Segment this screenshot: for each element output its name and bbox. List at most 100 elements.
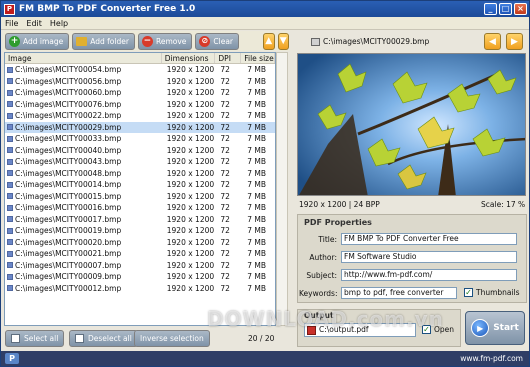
table-row[interactable]: C:\images\MCITY00029.bmp 1920 x 1200 72 7 M…: [5, 121, 275, 133]
cell-dpi: 72: [220, 65, 230, 74]
add-folder-button[interactable]: Add folder: [72, 32, 135, 50]
cell-size: 7 MB: [247, 191, 266, 201]
close-button[interactable]: ×: [514, 3, 527, 15]
cell-size: 7 MB: [247, 180, 266, 189]
cell-dpi: 72: [220, 111, 230, 120]
cell-image: C:\images\MCITY00056.bmp: [5, 76, 162, 88]
cell-size: 7 MB: [247, 111, 266, 120]
website-link[interactable]: www.fm-pdf.com: [460, 354, 523, 363]
cell-image-path: C:\images\MCITY00015.bmp: [15, 191, 122, 201]
table-row[interactable]: C:\images\MCITY00054.bmp 1920 x 1200 72 7 M…: [5, 64, 275, 76]
current-file-path: C:\images\MCITY00029.bmp: [323, 37, 430, 46]
cell-image-path: C:\images\MCITY00012.bmp: [15, 283, 122, 293]
table-row[interactable]: C:\images\MCITY00020.bmp 1920 x 1200 72 7 M…: [5, 237, 275, 249]
author-field[interactable]: FM Software Studio: [341, 251, 517, 263]
inverse-selection-button[interactable]: Inverse selection: [134, 330, 210, 347]
menu-bar: File Edit Help: [1, 17, 529, 30]
table-row[interactable]: C:\images\MCITY00015.bmp 1920 x 1200 72 7 M…: [5, 191, 275, 203]
table-row[interactable]: C:\images\MCITY00060.bmp 1920 x 1200 72 7 M…: [5, 87, 275, 99]
table-row[interactable]: C:\images\MCITY00076.bmp 1920 x 1200 72 7 M…: [5, 99, 275, 111]
column-header-dpi[interactable]: DPI: [215, 53, 242, 63]
cell-image: C:\images\MCITY00007.bmp: [5, 260, 162, 272]
table-row[interactable]: C:\images\MCITY00021.bmp 1920 x 1200 72 7 M…: [5, 248, 275, 260]
next-image-button[interactable]: ▶: [506, 33, 523, 50]
minimize-button[interactable]: _: [484, 3, 497, 15]
table-row[interactable]: C:\images\MCITY00007.bmp 1920 x 1200 72 7 M…: [5, 260, 275, 272]
add-image-label: Add image: [23, 36, 64, 46]
column-header-dimensions[interactable]: Dimensions: [162, 53, 216, 63]
column-header-size[interactable]: File size: [241, 53, 275, 63]
menu-file[interactable]: File: [1, 19, 22, 28]
cell-size: 7 MB: [247, 65, 266, 74]
subject-field[interactable]: http://www.fm-pdf.com/: [341, 269, 517, 281]
file-toolbar: + Add image Add folder − Remove ⊘ Clear …: [3, 31, 289, 51]
image-file-icon: [7, 250, 13, 257]
deselect-all-button[interactable]: Deselect all: [69, 330, 138, 347]
start-button[interactable]: ▶ Start: [465, 311, 525, 345]
table-row[interactable]: C:\images\MCITY00056.bmp 1920 x 1200 72 7 M…: [5, 76, 275, 88]
cell-image: C:\images\MCITY00054.bmp: [5, 64, 162, 76]
cell-dimensions: 1920 x 1200: [166, 145, 215, 155]
cell-image-path: C:\images\MCITY00009.bmp: [15, 272, 122, 281]
image-file-icon: [7, 181, 13, 188]
maximize-button[interactable]: □: [499, 3, 512, 15]
thumbnails-option[interactable]: ✓ Thumbnails: [464, 288, 520, 297]
clear-button[interactable]: ⊘ Clear: [195, 32, 240, 50]
thumbnails-checkbox[interactable]: ✓: [464, 288, 473, 297]
select-all-button[interactable]: Select all: [5, 330, 65, 347]
table-body: C:\images\MCITY00054.bmp 1920 x 1200 72 7 M…: [5, 64, 275, 294]
table-row[interactable]: C:\images\MCITY00048.bmp 1920 x 1200 72 7 M…: [5, 168, 275, 180]
image-file-icon: [7, 285, 13, 292]
cell-image: C:\images\MCITY00020.bmp: [5, 237, 162, 249]
image-file-icon: [7, 158, 13, 165]
previous-image-button[interactable]: ◀: [484, 33, 501, 50]
table-row[interactable]: C:\images\MCITY00009.bmp 1920 x 1200 72 7 M…: [5, 271, 275, 283]
cell-dpi: 72: [220, 203, 230, 212]
image-file-icon: [7, 204, 13, 211]
cell-dimensions: 1920 x 1200: [166, 237, 215, 247]
image-preview: [297, 53, 526, 196]
table-row[interactable]: C:\images\MCITY00014.bmp 1920 x 1200 72 7 M…: [5, 179, 275, 191]
cell-image-path: C:\images\MCITY00021.bmp: [15, 249, 122, 258]
menu-edit[interactable]: Edit: [22, 19, 46, 28]
add-image-button[interactable]: + Add image: [5, 32, 70, 50]
cell-dimensions: 1920 x 1200: [166, 191, 215, 201]
preview-image: [298, 54, 525, 195]
table-row[interactable]: C:\images\MCITY00017.bmp 1920 x 1200 72 7 M…: [5, 214, 275, 226]
image-file-icon: [7, 227, 13, 234]
table-row[interactable]: C:\images\MCITY00043.bmp 1920 x 1200 72 7 M…: [5, 156, 275, 168]
plus-icon: +: [9, 35, 20, 47]
table-row[interactable]: C:\images\MCITY00022.bmp 1920 x 1200 72 7 M…: [5, 110, 275, 122]
table-row[interactable]: C:\images\MCITY00012.bmp 1920 x 1200 72 7 M…: [5, 283, 275, 295]
cell-size: 7 MB: [247, 237, 266, 247]
image-file-icon: [7, 101, 13, 108]
cell-dpi: 72: [220, 76, 230, 86]
table-row[interactable]: C:\images\MCITY00040.bmp 1920 x 1200 72 7 M…: [5, 145, 275, 157]
cell-dpi: 72: [220, 180, 230, 189]
no-entry-icon: ⊘: [199, 35, 211, 47]
move-up-button[interactable]: ▲: [263, 32, 275, 50]
cell-dimensions: 1920 x 1200: [166, 88, 215, 97]
arrow-left-icon: ◀: [489, 36, 496, 47]
keywords-label: Keywords:: [299, 289, 338, 298]
cell-image-path: C:\images\MCITY00014.bmp: [15, 180, 122, 189]
table-row[interactable]: C:\images\MCITY00019.bmp 1920 x 1200 72 7 M…: [5, 225, 275, 237]
title-field[interactable]: FM BMP To PDF Converter Free: [341, 233, 517, 245]
table-row[interactable]: C:\images\MCITY00033.bmp 1920 x 1200 72 7 M…: [5, 133, 275, 145]
add-folder-label: Add folder: [90, 36, 129, 46]
table-row[interactable]: C:\images\MCITY00016.bmp 1920 x 1200 72 7 M…: [5, 202, 275, 214]
status-bar: P www.fm-pdf.com: [1, 351, 529, 366]
file-table: Image Dimensions DPI File size C:\images…: [4, 52, 276, 326]
table-scrollbar[interactable]: [276, 52, 288, 326]
cell-image-path: C:\images\MCITY00016.bmp: [15, 203, 122, 212]
cell-image-path: C:\images\MCITY00020.bmp: [15, 237, 122, 247]
menu-help[interactable]: Help: [46, 19, 72, 28]
move-down-button[interactable]: ▼: [277, 32, 289, 50]
keywords-field[interactable]: bmp to pdf, free converter: [341, 287, 457, 299]
title-bar: P FM BMP To PDF Converter Free 1.0 _ □ ×: [1, 1, 529, 17]
cell-image: C:\images\MCITY00014.bmp: [5, 179, 162, 191]
cell-image: C:\images\MCITY00009.bmp: [5, 271, 162, 283]
column-header-image[interactable]: Image: [5, 53, 162, 63]
remove-button[interactable]: − Remove: [137, 32, 193, 50]
table-header: Image Dimensions DPI File size: [5, 53, 275, 64]
